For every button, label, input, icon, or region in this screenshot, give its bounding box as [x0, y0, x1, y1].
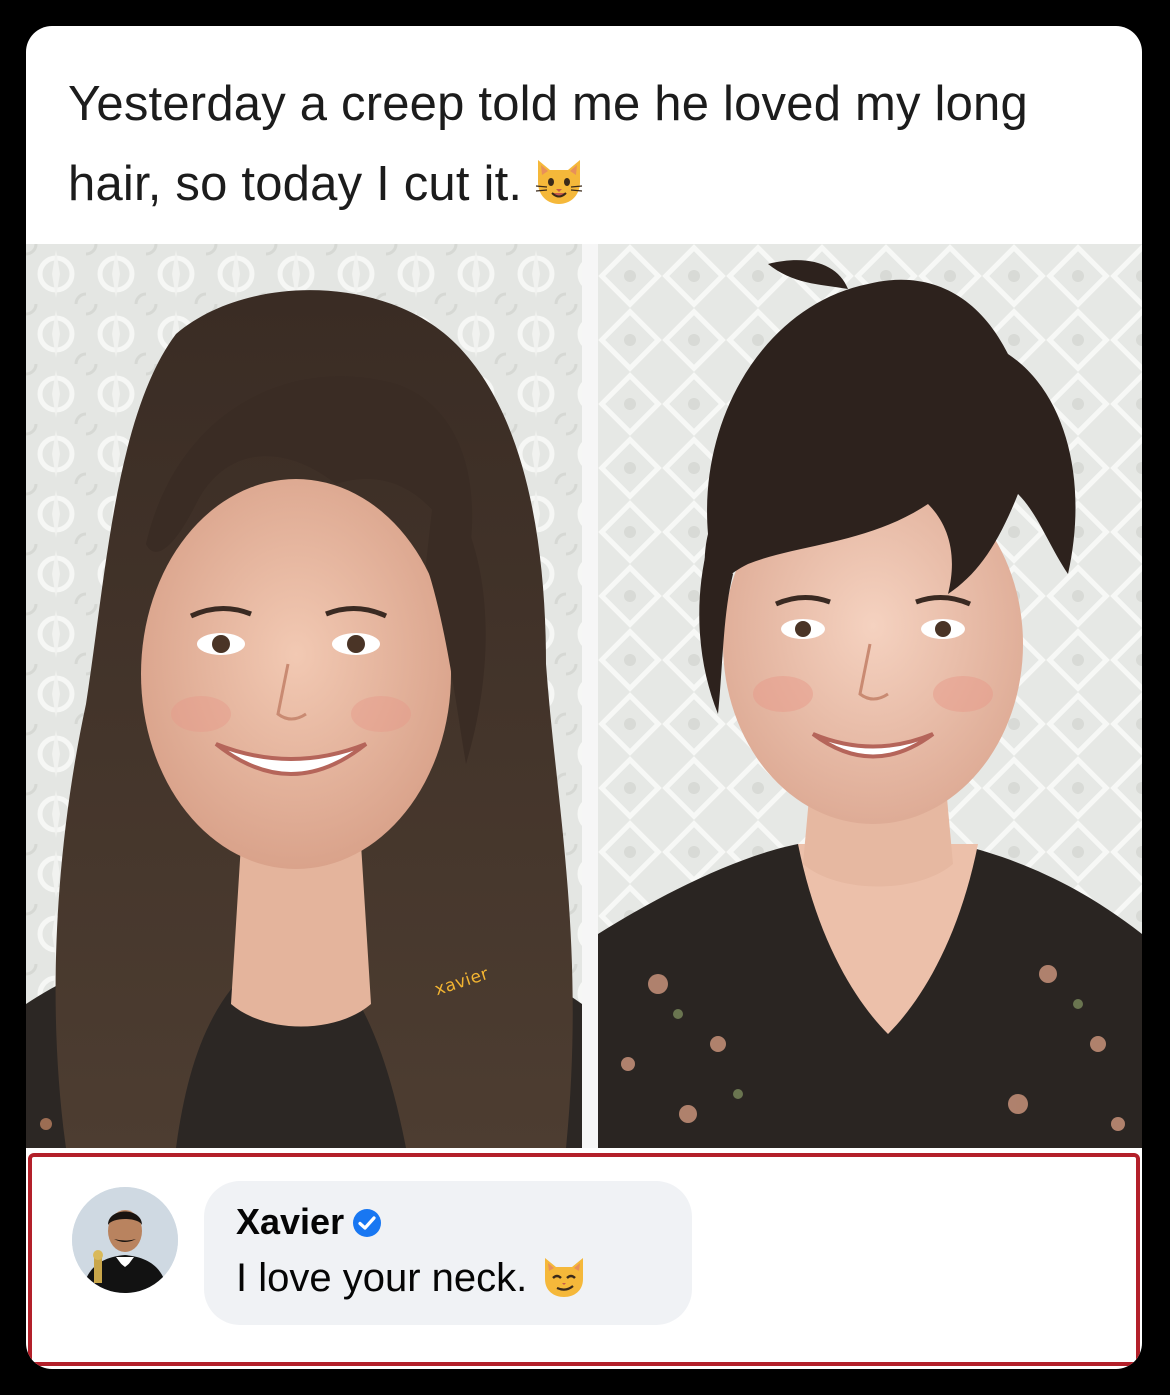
comment-text: I love your neck. [236, 1256, 528, 1300]
highlighted-comment: Xavier I love your neck. [28, 1153, 1140, 1366]
post-caption: Yesterday a creep told me he loved my lo… [68, 64, 1108, 230]
long-hair-photo[interactable]: xavier [26, 244, 582, 1148]
comment-author-row: Xavier [236, 1201, 382, 1247]
smirking-cat-icon [541, 1255, 587, 1309]
avatar[interactable] [72, 1187, 178, 1293]
short-hair-photo[interactable] [598, 244, 1142, 1148]
post-card: Yesterday a creep told me he loved my lo… [26, 26, 1142, 1369]
photo-collage: xavier [26, 244, 1142, 1148]
verified-badge-icon [352, 1205, 382, 1247]
comment-bubble: Xavier I love your neck. [204, 1181, 692, 1325]
comment-author[interactable]: Xavier [236, 1201, 344, 1242]
comment-text-row: I love your neck. [236, 1255, 587, 1309]
cat-face-icon [532, 150, 586, 230]
